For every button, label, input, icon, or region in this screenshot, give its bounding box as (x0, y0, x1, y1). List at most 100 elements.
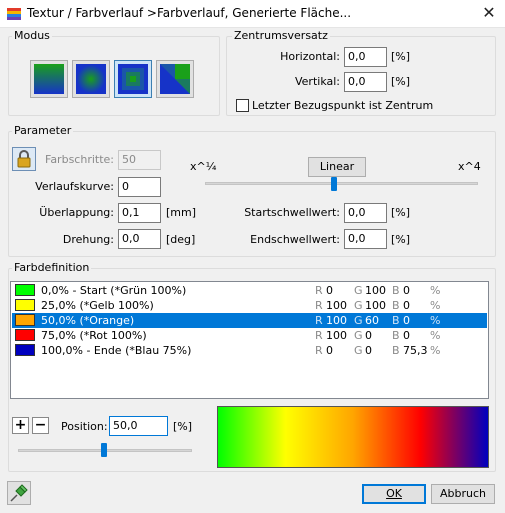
position-slider-thumb[interactable] (101, 443, 107, 457)
list-item[interactable]: 0,0% - Start (*Grün 100%) R 0 G 100 B 0 … (12, 283, 487, 298)
r-label: R (315, 329, 323, 342)
list-item-selected[interactable]: 50,0% (*Orange) R 100 G 60 B 0 % (12, 313, 487, 328)
app-icon (7, 8, 21, 20)
modus-title: Modus (12, 29, 52, 42)
row-label: 0,0% - Start (*Grün 100%) (41, 284, 187, 297)
pin-icon (10, 484, 28, 502)
ueberlappung-label: Überlappung: (39, 206, 114, 219)
r-label: R (315, 314, 323, 327)
startschwellwert-unit: [%] (391, 206, 411, 219)
row-label: 50,0% (*Orange) (41, 314, 135, 327)
horizontal-label: Horizontal: (280, 50, 340, 63)
lock-button[interactable] (12, 147, 36, 171)
r-label: R (315, 299, 323, 312)
position-label: Position: (61, 420, 108, 433)
r-value: 100 (326, 314, 347, 327)
curve-slider-thumb[interactable] (331, 177, 337, 191)
b-value: 0 (403, 314, 410, 327)
curve-max-label: x^4 (458, 160, 481, 173)
g-label: G (354, 329, 363, 342)
g-label: G (354, 299, 363, 312)
farbdefinition-title: Farbdefinition (12, 261, 92, 274)
parameter-title: Parameter (12, 124, 74, 137)
title-bar: Textur / Farbverlauf >Farbverlauf, Gener… (0, 0, 505, 28)
b-label: B (392, 314, 400, 327)
plus-icon: + (14, 417, 27, 433)
row-label: 25,0% (*Gelb 100%) (41, 299, 154, 312)
drehung-field[interactable]: 0,0 (118, 229, 161, 249)
r-value: 100 (326, 329, 347, 342)
radial-gradient-icon (76, 64, 106, 94)
conical-gradient-icon (160, 64, 190, 94)
horizontal-unit: [%] (391, 50, 411, 63)
r-label: R (315, 284, 323, 297)
close-icon[interactable]: ✕ (478, 2, 500, 24)
farbschritte-label: Farbschritte: (45, 153, 114, 166)
b-label: B (392, 299, 400, 312)
pin-button[interactable] (7, 481, 31, 505)
r-label: R (315, 344, 323, 357)
ueberlappung-field[interactable]: 0,1 (118, 203, 161, 223)
color-list[interactable]: 0,0% - Start (*Grün 100%) R 0 G 100 B 0 … (10, 281, 489, 399)
r-value: 100 (326, 299, 347, 312)
linear-gradient-icon (34, 64, 64, 94)
g-label: G (354, 314, 363, 327)
b-label: B (392, 344, 400, 357)
drehung-label: Drehung: (62, 233, 114, 246)
square-mode-button[interactable] (114, 60, 152, 98)
list-item[interactable]: 100,0% - Ende (*Blau 75%) R 0 G 0 B 75,3… (12, 343, 487, 358)
list-item[interactable]: 25,0% (*Gelb 100%) R 100 G 100 B 0 % (12, 298, 487, 313)
list-item[interactable]: 75,0% (*Rot 100%) R 100 G 0 B 0 % (12, 328, 487, 343)
color-swatch (15, 284, 35, 296)
g-label: G (354, 284, 363, 297)
row-label: 75,0% (*Rot 100%) (41, 329, 147, 342)
b-value: 0 (403, 284, 410, 297)
horizontal-field[interactable]: 0,0 (344, 47, 387, 67)
square-gradient-icon (118, 64, 148, 94)
farbschritte-field: 50 (118, 150, 161, 170)
verlaufskurve-field[interactable]: 0 (118, 177, 161, 197)
b-value: 0 (403, 329, 410, 342)
cancel-button[interactable]: Abbruch (431, 484, 495, 504)
vertikal-label: Vertikal: (294, 75, 340, 88)
footer (0, 479, 505, 513)
add-stop-button[interactable]: + (12, 417, 29, 434)
lock-icon (17, 150, 31, 168)
zentrum-checkbox[interactable] (236, 99, 249, 112)
minus-icon: − (34, 417, 47, 433)
verlaufskurve-label: Verlaufskurve: (35, 180, 114, 193)
g-value: 100 (365, 284, 386, 297)
g-value: 100 (365, 299, 386, 312)
position-field[interactable]: 50,0 (109, 416, 168, 436)
linear-mode-button[interactable] (30, 60, 68, 98)
zentrum-checkbox-label[interactable]: Letzter Bezugspunkt ist Zentrum (252, 99, 433, 112)
remove-stop-button[interactable]: − (32, 417, 49, 434)
vertikal-field[interactable]: 0,0 (344, 72, 387, 92)
g-value: 0 (365, 344, 372, 357)
color-swatch (15, 299, 35, 311)
r-value: 0 (326, 284, 333, 297)
pct-label: % (430, 329, 441, 342)
vertikal-unit: [%] (391, 75, 411, 88)
zentrum-title: Zentrumsversatz (232, 29, 330, 42)
curve-slider-track[interactable] (205, 182, 478, 185)
g-label: G (354, 344, 363, 357)
pct-label: % (430, 344, 441, 357)
radial-mode-button[interactable] (72, 60, 110, 98)
color-swatch (15, 344, 35, 356)
color-swatch (15, 314, 35, 326)
position-unit: [%] (173, 420, 193, 433)
startschwellwert-field[interactable]: 0,0 (344, 203, 387, 223)
conical-mode-button[interactable] (156, 60, 194, 98)
window-title: Textur / Farbverlauf >Farbverlauf, Gener… (27, 6, 352, 20)
ok-button[interactable]: OK (362, 484, 426, 504)
b-value: 75,3 (403, 344, 428, 357)
pct-label: % (430, 314, 441, 327)
g-value: 0 (365, 329, 372, 342)
endschwellwert-field[interactable]: 0,0 (344, 229, 387, 249)
pct-label: % (430, 299, 441, 312)
b-label: B (392, 329, 400, 342)
color-swatch (15, 329, 35, 341)
endschwellwert-unit: [%] (391, 233, 411, 246)
linear-button[interactable]: Linear (308, 157, 366, 177)
